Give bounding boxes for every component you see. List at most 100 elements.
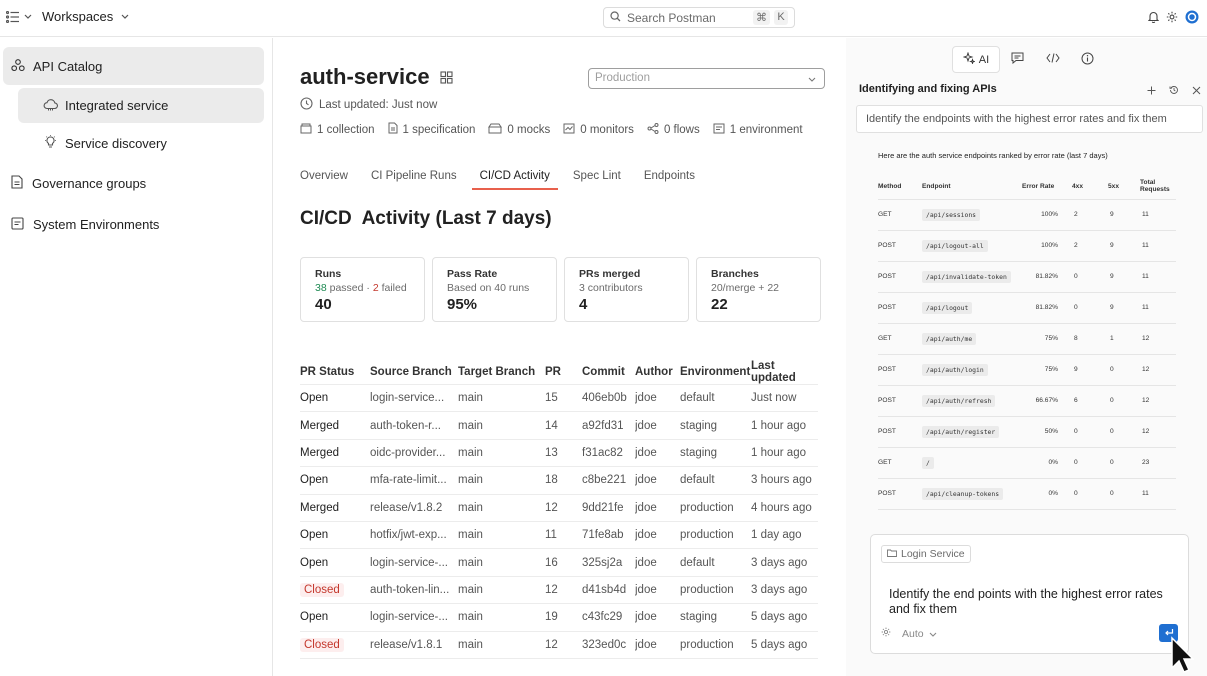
gear-icon[interactable] (1166, 11, 1178, 26)
sidebar-item-api-catalog[interactable]: API Catalog (3, 47, 264, 85)
total-requests: 12 (1140, 416, 1176, 448)
column-header: 5xx (1102, 174, 1140, 200)
target-branch: main (458, 466, 545, 495)
sidebar-item-governance-groups[interactable]: Governance groups (3, 166, 264, 201)
monitors-count[interactable]: 0 monitors (563, 122, 634, 137)
grid-icon[interactable] (440, 64, 453, 90)
endpoint: /api/logout-all (922, 230, 1022, 262)
table-row[interactable]: Merged release/v1.8.2 main 12 9dd21fe jdoe pro… (300, 493, 818, 522)
count-5xx: 0 (1102, 447, 1140, 479)
column-header[interactable]: PR Status (300, 360, 370, 385)
specification-count[interactable]: 1 specification (388, 122, 475, 137)
prs-merged-card: PRs merged 3 contributors 4 (564, 257, 689, 322)
table-row[interactable]: Open login-service... main 15 406eb0b jdoe def… (300, 383, 818, 412)
context-chip[interactable]: Login Service (881, 545, 971, 563)
list-icon (6, 10, 20, 23)
page-title: auth-service (300, 64, 430, 89)
status-badge: Closed (300, 637, 344, 652)
table-row[interactable]: Open login-service-... main 16 325sj2a jdoe de… (300, 548, 818, 577)
column-header[interactable]: Author (635, 360, 680, 385)
count-5xx: 0 (1102, 478, 1140, 510)
collection-count[interactable]: 1 collection (300, 122, 375, 137)
chevron-down-icon (121, 14, 129, 19)
table-row[interactable]: Closed auth-token-lin... main 12 d41sb4d jdoe… (300, 575, 818, 604)
search-input[interactable]: Search Postman ⌘ K (603, 7, 795, 28)
sidebar-item-system-environments[interactable]: System Environments (3, 207, 264, 242)
environment: staging (680, 603, 751, 632)
panel-actions (1147, 84, 1201, 98)
column-header[interactable]: Last updated (751, 360, 818, 385)
table-row[interactable]: Merged oidc-provider... main 13 f31ac82 jdoe s… (300, 438, 818, 467)
table-row: POST/api/invalidate-token 81.82% 0 9 11 (878, 261, 1176, 293)
column-header[interactable]: PR (545, 360, 582, 385)
commit: 406eb0b (582, 383, 635, 412)
card-subtitle: 20/merge + 22 (711, 282, 780, 294)
table-row[interactable]: Open login-service-... main 19 c43fc29 jdoe st… (300, 603, 818, 632)
table-row[interactable]: Merged auth-token-r... main 14 a92fd31 jdoe st… (300, 411, 818, 440)
endpoint-path: /api/auth/refresh (922, 394, 996, 407)
panel-tabs: AI (952, 46, 1105, 73)
failed-count: 2 (372, 282, 379, 294)
author: jdoe (635, 466, 680, 495)
column-header[interactable]: Target Branch (458, 360, 545, 385)
tab-ci-pipeline-runs[interactable]: CI Pipeline Runs (371, 170, 457, 190)
table-row[interactable]: Closed release/v1.8.1 main 12 323ed0c jdoe pro… (300, 630, 818, 659)
environment: default (680, 383, 751, 412)
table-row[interactable]: Open mfa-rate-limit... main 18 c8be221 jdoe de… (300, 466, 818, 495)
tab-spec-lint[interactable]: Spec Lint (573, 170, 621, 190)
sidebar-item-label: Service discovery (65, 136, 167, 151)
tab-ci-cd-activity[interactable]: CI/CD Activity (471, 170, 558, 190)
environment: production (680, 520, 751, 549)
column-header[interactable]: Environment (680, 360, 751, 385)
history-icon[interactable] (1169, 84, 1179, 98)
clock-icon (300, 97, 313, 113)
last-updated: 3 days ago (751, 575, 818, 604)
tab-endpoints[interactable]: Endpoints (644, 170, 695, 190)
endpoint: /api/auth/me (922, 323, 1022, 355)
plus-icon[interactable] (1147, 84, 1156, 98)
tab-comments[interactable] (1000, 46, 1035, 73)
workspaces-menu[interactable]: Workspaces (6, 9, 129, 24)
sidebar-item-integrated-service[interactable]: Integrated service (18, 88, 264, 123)
environment-count[interactable]: 1 environment (713, 122, 803, 137)
flows-count[interactable]: 0 flows (647, 122, 700, 137)
pr-status: Open (300, 548, 370, 577)
environment-select[interactable]: Production (588, 68, 825, 89)
count-4xx: 0 (1066, 261, 1102, 293)
bell-icon[interactable] (1147, 11, 1160, 26)
count-5xx: 0 (1102, 354, 1140, 386)
table-row[interactable]: Open hotfix/jwt-exp... main 11 71fe8ab jdoe pr… (300, 520, 818, 549)
total-requests: 12 (1140, 323, 1176, 355)
sidebar-item-service-discovery[interactable]: Service discovery (18, 126, 264, 161)
target-branch: main (458, 520, 545, 549)
close-icon[interactable] (1192, 84, 1201, 98)
specification-icon (388, 122, 398, 137)
source-branch: login-service-... (370, 548, 458, 577)
composer-input[interactable]: Identify the end points with the highest… (889, 587, 1184, 617)
avatar[interactable] (1185, 10, 1199, 27)
commit: a92fd31 (582, 411, 635, 440)
mocks-count[interactable]: 0 mocks (488, 122, 550, 137)
last-updated: Last updated: Just now (300, 97, 437, 113)
tab-overview[interactable]: Overview (300, 170, 348, 190)
tab-code[interactable] (1035, 46, 1070, 73)
column-header[interactable]: Commit (582, 360, 635, 385)
column-header: Method (878, 174, 922, 200)
card-value: 40 (315, 296, 332, 313)
column-header[interactable]: Source Branch (370, 360, 458, 385)
search-icon (610, 10, 621, 25)
tab-info[interactable] (1070, 46, 1105, 73)
model-select[interactable]: Auto (881, 627, 937, 640)
error-rate: 66.67% (1022, 385, 1066, 417)
pr-status: Open (300, 520, 370, 549)
page-title-row: auth-service (300, 64, 453, 90)
commit: 9dd21fe (582, 493, 635, 522)
source-branch: auth-token-r... (370, 411, 458, 440)
message-composer[interactable]: Login Service Identify the end points wi… (870, 534, 1189, 654)
card-value: 22 (711, 296, 728, 313)
total-requests: 12 (1140, 385, 1176, 417)
endpoint-path: /api/logout-all (922, 239, 988, 252)
endpoint-path: /api/auth/register (922, 425, 1000, 438)
tab-ai[interactable]: AI (952, 46, 1000, 73)
error-rate: 75% (1022, 323, 1066, 355)
